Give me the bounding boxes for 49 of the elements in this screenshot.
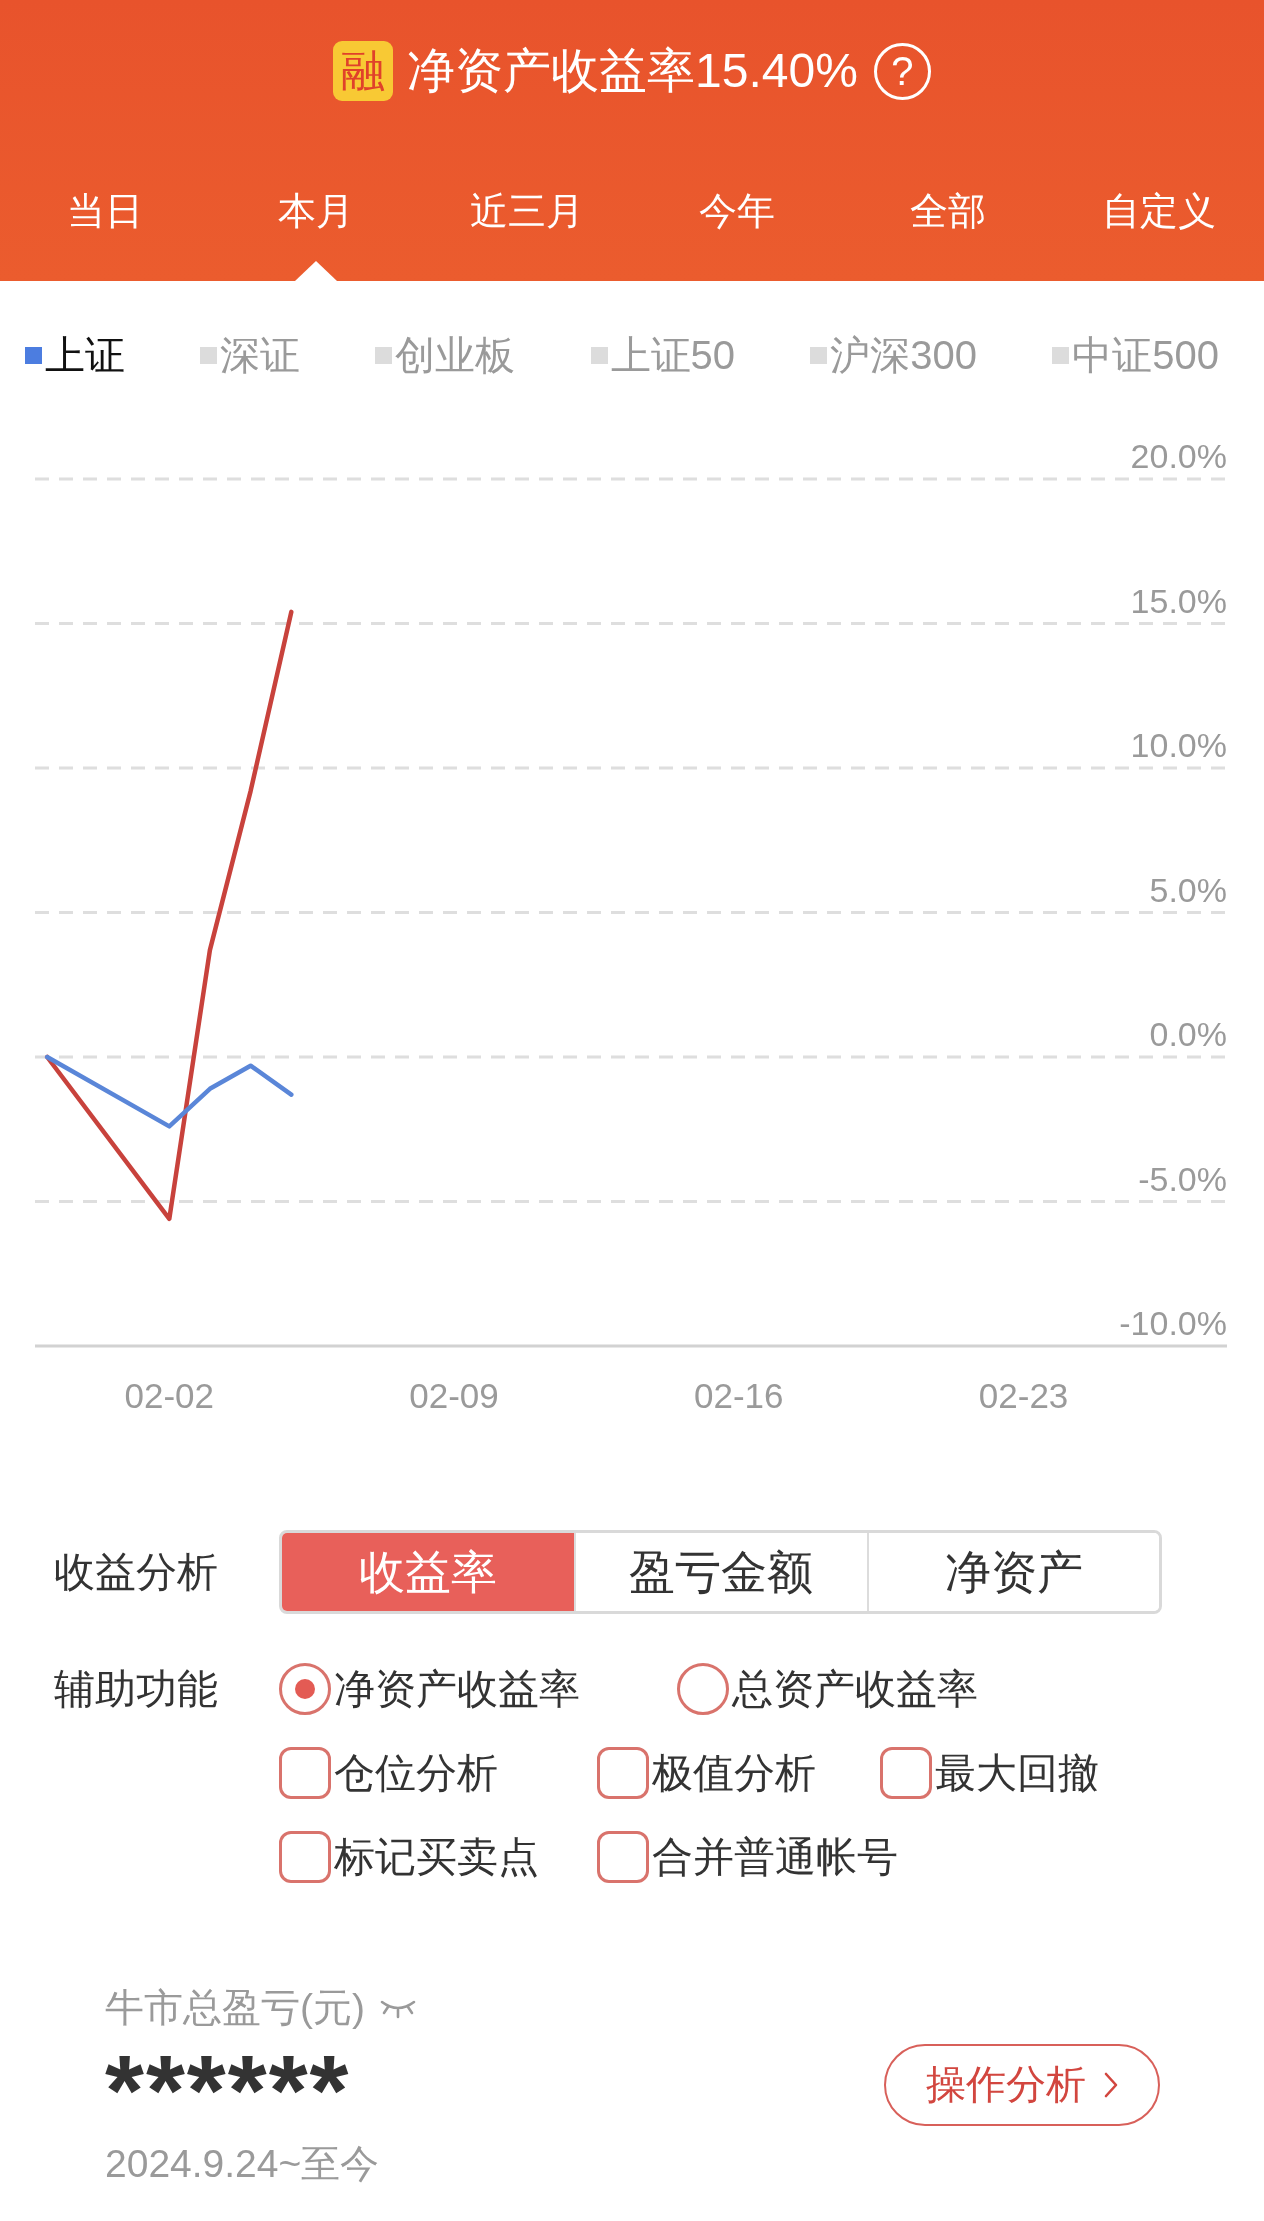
square-marker-icon xyxy=(1052,346,1070,364)
segment-tab[interactable]: 净资产 xyxy=(866,1533,1159,1611)
y-axis-label: -5.0% xyxy=(1138,1159,1227,1198)
square-marker-icon xyxy=(375,346,393,364)
period-tab[interactable]: 本月 xyxy=(266,142,366,281)
period-tab[interactable]: 当日 xyxy=(55,142,156,281)
title-badge: 融 xyxy=(333,41,394,101)
pointer-icon xyxy=(295,261,337,281)
legend-item[interactable]: 创业板 xyxy=(375,330,516,380)
y-axis-label: 20.0% xyxy=(1130,437,1227,475)
summary-label: 牛市总盈亏(元) xyxy=(105,1985,365,2031)
checkbox-option[interactable]: 仓位分析 xyxy=(279,1747,498,1799)
period-tab[interactable]: 全部 xyxy=(898,142,998,281)
square-marker-icon xyxy=(200,346,218,364)
legend-item[interactable]: 沪深300 xyxy=(810,330,977,380)
help-button[interactable]: ? xyxy=(873,42,931,100)
legend-item[interactable]: 中证500 xyxy=(1052,330,1219,380)
radio-option[interactable]: 净资产收益率 xyxy=(279,1663,580,1715)
square-marker-icon xyxy=(590,346,608,364)
segment-tab[interactable]: 收益率 xyxy=(282,1533,575,1611)
y-axis-label: -10.0% xyxy=(1119,1304,1227,1342)
x-axis-label: 02-09 xyxy=(409,1376,499,1415)
square-marker-icon xyxy=(810,346,828,364)
period-text: 2024.9.24~至今 xyxy=(105,2141,380,2187)
x-axis-label: 02-02 xyxy=(124,1376,214,1415)
legend-item[interactable]: 上证50 xyxy=(590,330,736,380)
period-tab[interactable]: 自定义 xyxy=(1089,142,1228,281)
section-label: 收益分析 xyxy=(54,1548,218,1597)
checkbox-option[interactable]: 标记买卖点 xyxy=(279,1831,539,1883)
period-tab[interactable]: 今年 xyxy=(687,142,788,281)
x-axis-label: 02-16 xyxy=(694,1376,784,1415)
hidden-amount: ****** xyxy=(105,2050,351,2130)
y-axis-label: 15.0% xyxy=(1130,581,1227,620)
chevron-icon xyxy=(1104,2071,1118,2098)
y-axis-label: 0.0% xyxy=(1149,1015,1227,1053)
checkbox-option[interactable]: 最大回撤 xyxy=(880,1747,1099,1799)
legend-item[interactable]: 深证 xyxy=(200,330,301,380)
period-tab[interactable]: 近三月 xyxy=(457,142,596,281)
checkbox-option[interactable]: 合并普通帐号 xyxy=(597,1831,898,1883)
analysis-button[interactable]: 操作分析 xyxy=(884,2043,1160,2126)
x-axis-label: 02-23 xyxy=(978,1376,1069,1415)
y-axis-label: 5.0% xyxy=(1149,870,1227,909)
checkbox-option[interactable]: 极值分析 xyxy=(597,1747,816,1799)
legend-item[interactable]: 上证 xyxy=(25,330,125,380)
section-label: 辅助功能 xyxy=(54,1665,218,1714)
y-axis-label: 10.0% xyxy=(1130,726,1227,764)
square-marker-icon xyxy=(25,346,42,364)
radio-option[interactable]: 总资产收益率 xyxy=(677,1663,978,1715)
page-title: 净资产收益率15.40% xyxy=(407,43,858,99)
